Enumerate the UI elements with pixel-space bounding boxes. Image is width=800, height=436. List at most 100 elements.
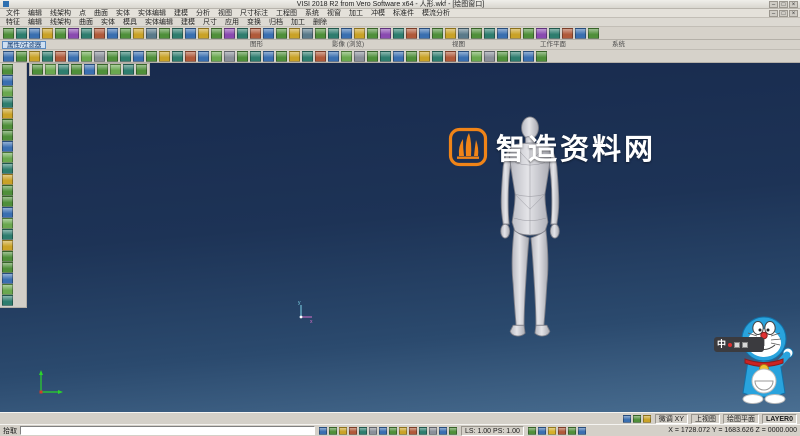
toolbar-icon[interactable]	[315, 27, 326, 39]
toolbar-icon[interactable]	[432, 27, 443, 39]
menu-item[interactable]: 实体编辑	[134, 9, 170, 18]
left-toolbar-icon[interactable]	[2, 64, 13, 75]
toolbar-icon[interactable]	[406, 27, 417, 39]
filter-tab[interactable]: 属性/过滤器	[2, 41, 47, 49]
toolbar-icon[interactable]	[354, 27, 365, 39]
status-icon[interactable]	[359, 426, 367, 435]
toolbar-icon[interactable]	[445, 27, 456, 39]
toolbar-icon[interactable]	[211, 50, 222, 62]
toolbar-icon[interactable]	[575, 27, 586, 39]
toolbar-icon[interactable]	[211, 27, 222, 39]
toolbar-icon[interactable]	[224, 27, 235, 39]
status-icon[interactable]	[369, 426, 377, 435]
toolbar-icon[interactable]	[432, 50, 443, 62]
status-icon[interactable]	[567, 426, 576, 435]
toolbar-icon[interactable]	[536, 50, 547, 62]
mdi-maximize-button[interactable]: □	[779, 9, 788, 17]
toolbar-icon[interactable]	[250, 27, 261, 39]
toolbar-icon[interactable]	[562, 27, 573, 39]
secondary-menu-item[interactable]: 归档	[265, 18, 287, 27]
toolbar-icon[interactable]	[45, 64, 56, 75]
status-icon[interactable]	[449, 426, 457, 435]
toolbar-icon[interactable]	[419, 27, 430, 39]
left-toolbar-icon[interactable]	[2, 273, 13, 284]
status-icon[interactable]	[439, 426, 447, 435]
toolbar-icon[interactable]	[3, 50, 14, 62]
toolbar-icon[interactable]	[107, 27, 118, 39]
status-icon[interactable]	[622, 414, 631, 423]
secondary-menu-item[interactable]: 建模	[177, 18, 199, 27]
toolbar-icon[interactable]	[523, 50, 534, 62]
toolbar-icon[interactable]	[406, 50, 417, 62]
toolbar-icon[interactable]	[16, 50, 27, 62]
toolbar-icon[interactable]	[81, 27, 92, 39]
toolbar-icon[interactable]	[328, 27, 339, 39]
toolbar-icon[interactable]	[81, 50, 92, 62]
toolbar-icon[interactable]	[185, 27, 196, 39]
toolbar-icon[interactable]	[120, 50, 131, 62]
left-toolbar-icon[interactable]	[2, 141, 13, 152]
toolbar-icon[interactable]	[32, 64, 43, 75]
menu-item[interactable]: 建模	[170, 9, 192, 18]
ime-bar[interactable]: 中	[714, 337, 764, 352]
menu-item[interactable]: 编辑	[24, 9, 46, 18]
left-toolbar-icon[interactable]	[2, 284, 13, 295]
toolbar-icon[interactable]	[536, 27, 547, 39]
toolbar-icon[interactable]	[159, 50, 170, 62]
status-icon[interactable]	[577, 426, 586, 435]
menu-item[interactable]: 加工	[345, 9, 367, 18]
toolbar-icon[interactable]	[136, 64, 147, 75]
status-icon[interactable]	[409, 426, 417, 435]
left-toolbar-icon[interactable]	[2, 207, 13, 218]
left-toolbar-icon[interactable]	[2, 174, 13, 185]
toolbar-icon[interactable]	[393, 27, 404, 39]
toolbar-icon[interactable]	[16, 27, 27, 39]
left-toolbar-icon[interactable]	[2, 196, 13, 207]
menu-item[interactable]: 点	[75, 9, 90, 18]
toolbar-icon[interactable]	[263, 27, 274, 39]
status-icon[interactable]	[429, 426, 437, 435]
toolbar-icon[interactable]	[380, 50, 391, 62]
toolbar-icon[interactable]	[237, 27, 248, 39]
mdi-close-button[interactable]: ×	[789, 9, 798, 17]
toolbar-icon[interactable]	[419, 50, 430, 62]
menu-item[interactable]: 尺寸标注	[236, 9, 272, 18]
secondary-menu-item[interactable]: 线架构	[46, 18, 75, 27]
menu-item[interactable]: 视窗	[323, 9, 345, 18]
menu-item[interactable]: 模流分析	[418, 9, 454, 18]
toolbar-icon[interactable]	[146, 50, 157, 62]
secondary-menu-item[interactable]: 删除	[309, 18, 331, 27]
menu-item[interactable]: 分析	[192, 9, 214, 18]
toolbar-icon[interactable]	[55, 27, 66, 39]
toolbar-icon[interactable]	[302, 27, 313, 39]
toolbar-icon[interactable]	[198, 50, 209, 62]
toolbar-icon[interactable]	[393, 50, 404, 62]
toolbar-icon[interactable]	[458, 50, 469, 62]
toolbar-icon[interactable]	[84, 64, 95, 75]
toolbar-icon[interactable]	[354, 50, 365, 62]
layer-indicator[interactable]: LAYER0	[762, 413, 797, 424]
secondary-menu-item[interactable]: 特征	[2, 18, 24, 27]
toolbar-icon[interactable]	[367, 27, 378, 39]
ime-settings-icon[interactable]	[742, 341, 749, 348]
status-icon[interactable]	[399, 426, 407, 435]
left-toolbar-icon[interactable]	[2, 163, 13, 174]
menu-item[interactable]: 曲面	[90, 9, 112, 18]
toolbar-icon[interactable]	[68, 50, 79, 62]
secondary-menu-item[interactable]: 模具	[119, 18, 141, 27]
status-icon[interactable]	[379, 426, 387, 435]
left-toolbar-icon[interactable]	[2, 295, 13, 306]
secondary-menu-item[interactable]: 曲面	[75, 18, 97, 27]
secondary-menu-item[interactable]: 加工	[287, 18, 309, 27]
left-toolbar-icon[interactable]	[2, 75, 13, 86]
left-toolbar-icon[interactable]	[2, 185, 13, 196]
menu-item[interactable]: 冲模	[367, 9, 389, 18]
status-icon[interactable]	[349, 426, 357, 435]
toolbar-icon[interactable]	[133, 27, 144, 39]
status-icon[interactable]	[339, 426, 347, 435]
toolbar-icon[interactable]	[497, 27, 508, 39]
toolbar-icon[interactable]	[185, 50, 196, 62]
toolbar-icon[interactable]	[523, 27, 534, 39]
left-toolbar-icon[interactable]	[2, 229, 13, 240]
viewport-3d[interactable]: 智造资料网 y x 中	[0, 63, 800, 412]
